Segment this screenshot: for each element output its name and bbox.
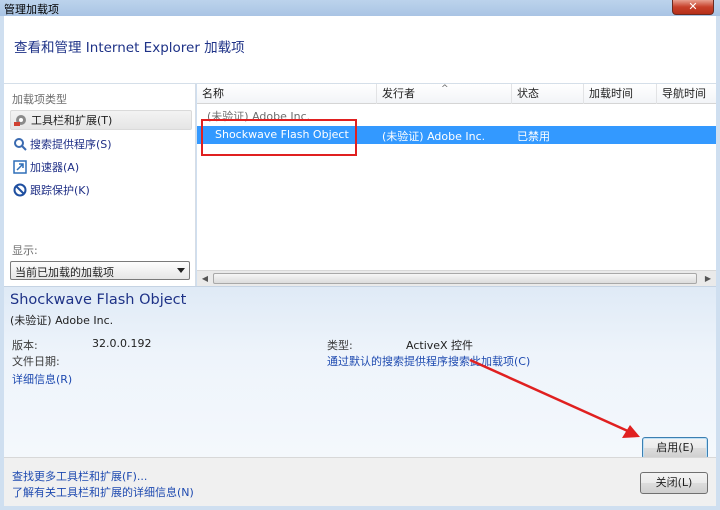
sidebar-item-label: 搜索提供程序(S) [30,138,112,151]
details-pane: Shockwave Flash Object (未验证) Adobe Inc. … [4,286,716,459]
sidebar-item-tracking-protection[interactable]: 跟踪保护(K) [10,180,192,200]
header-text: 查看和管理 Internet Explorer 加载项 [14,40,245,56]
enable-button[interactable]: 启用(E) [642,437,708,459]
sidebar: 加载项类型 工具栏和扩展(T) 搜索提供程序(S) 加速器(A) 跟踪保护(K)… [4,84,196,286]
addon-name-title: Shockwave Flash Object [10,292,187,308]
column-nav-time[interactable]: 导航时间 [657,84,716,104]
more-info-link[interactable]: 详细信息(R) [12,371,72,387]
title-bar: 管理加载项 ✕ [0,0,720,16]
annotation-highlight-box [201,119,357,156]
addon-list: 名称 发行者 ^ 状态 加载时间 导航时间 (未验证) Adobe Inc. S… [197,84,716,286]
block-icon [13,183,27,197]
row-publisher: (未验证) Adobe Inc. [382,130,486,143]
find-more-toolbars-link[interactable]: 查找更多工具栏和扩展(F)... [12,468,147,484]
scroll-left-icon[interactable]: ◀ [197,271,213,287]
close-window-button[interactable]: ✕ [672,0,714,15]
gear-icon [14,113,28,127]
sidebar-item-label: 加速器(A) [30,161,80,174]
version-value: 32.0.0.192 [92,337,152,350]
close-button[interactable]: 关闭(L) [640,472,708,494]
sidebar-item-label: 工具栏和扩展(T) [31,114,113,127]
column-name[interactable]: 名称 [197,84,377,104]
type-label: 类型: [327,339,353,352]
show-label: 显示: [12,244,38,257]
file-date-label: 文件日期: [12,355,60,368]
scrollbar-thumb[interactable] [213,273,697,284]
window-title: 管理加载项 [4,3,59,16]
sort-up-icon: ^ [441,84,449,94]
version-label: 版本: [12,339,38,352]
type-value: ActiveX 控件 [406,339,474,352]
row-status: 已禁用 [517,130,550,143]
show-filter-dropdown[interactable]: 当前已加载的加载项 [10,261,190,280]
horizontal-scrollbar[interactable]: ◀ ▶ [197,270,716,286]
search-icon [13,137,27,151]
sidebar-item-label: 跟踪保护(K) [30,184,90,197]
column-status[interactable]: 状态 [512,84,584,104]
sidebar-item-accelerators[interactable]: 加速器(A) [10,157,192,177]
column-load-time[interactable]: 加载时间 [584,84,657,104]
dropdown-value: 当前已加载的加载项 [15,266,114,279]
accelerator-icon [13,160,27,174]
sidebar-item-search-providers[interactable]: 搜索提供程序(S) [10,134,192,154]
learn-more-link[interactable]: 了解有关工具栏和扩展的详细信息(N) [12,484,194,500]
chevron-down-icon [177,268,185,273]
sidebar-item-toolbars[interactable]: 工具栏和扩展(T) [10,110,192,130]
header-banner: 查看和管理 Internet Explorer 加载项 [4,16,716,84]
addon-publisher: (未验证) Adobe Inc. [10,314,114,327]
scroll-right-icon[interactable]: ▶ [700,271,716,287]
column-header-row: 名称 发行者 ^ 状态 加载时间 导航时间 [197,84,716,104]
addon-types-label: 加载项类型 [12,93,67,106]
footer: 查找更多工具栏和扩展(F)... 了解有关工具栏和扩展的详细信息(N) 关闭(L… [4,457,716,506]
search-addon-link[interactable]: 通过默认的搜索提供程序搜索此加载项(C) [327,353,530,369]
